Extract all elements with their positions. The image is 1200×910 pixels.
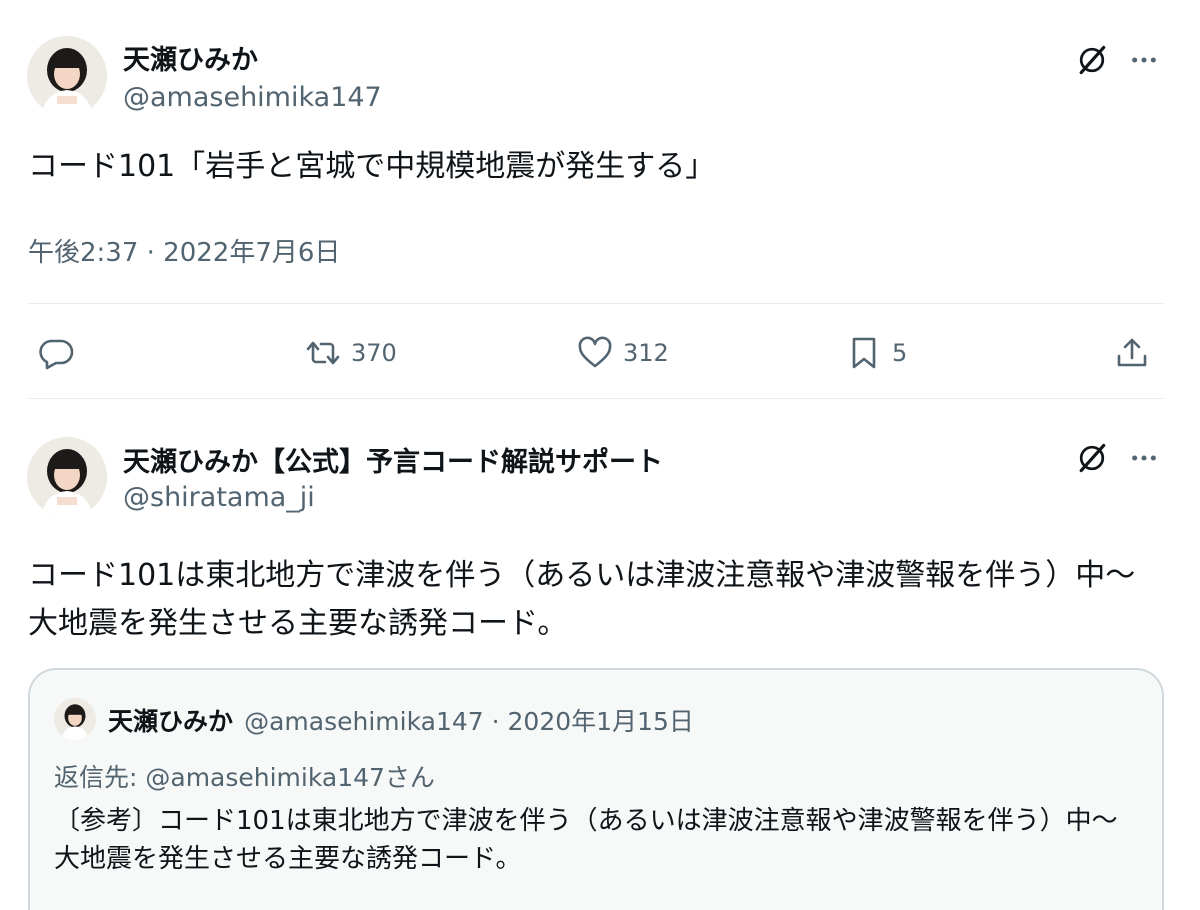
more-icon: [1132, 455, 1156, 461]
retweet-button[interactable]: 370: [305, 333, 397, 373]
bookmark-count: 5: [892, 339, 908, 367]
author-name[interactable]: 天瀬ひみか: [123, 38, 258, 77]
quote-author-name: 天瀬ひみか: [108, 707, 234, 736]
like-button[interactable]: 312: [577, 333, 669, 373]
author-handle[interactable]: @shiratama_ji: [123, 482, 315, 513]
avatar[interactable]: [27, 36, 107, 116]
more-button[interactable]: [1124, 438, 1164, 478]
retweet-icon: [306, 341, 340, 365]
reply-button[interactable]: [38, 333, 74, 373]
grok-icon: [1079, 45, 1106, 75]
divider: [28, 398, 1164, 399]
quote-text: 〔参考〕コード101は東北地方で津波を伴う（あるいは津波注意報や津波警報を伴う）…: [54, 806, 1118, 874]
like-count: 312: [623, 339, 669, 367]
more-button[interactable]: [1124, 40, 1164, 80]
grok-icon: [1079, 443, 1106, 473]
quote-avatar: [54, 698, 96, 740]
avatar-image: [27, 437, 107, 517]
grok-button[interactable]: [1072, 40, 1112, 80]
tweet-timestamp[interactable]: 午後2:37 · 2022年7月6日: [28, 232, 340, 269]
quote-handle-date: @amasehimika147 · 2020年1月15日: [244, 707, 694, 736]
retweet-count: 370: [351, 339, 397, 367]
author-name[interactable]: 天瀬ひみか【公式】予言コード解説サポート: [123, 440, 663, 479]
like-icon: [578, 336, 612, 368]
quoted-tweet[interactable]: 天瀬ひみか @amasehimika147 · 2020年1月15日 返信先: …: [28, 668, 1164, 910]
share-icon: [1117, 338, 1147, 367]
grok-button[interactable]: [1072, 438, 1112, 478]
avatar[interactable]: [27, 437, 107, 517]
reply-icon: [39, 339, 74, 370]
author-handle[interactable]: @amasehimika147: [123, 82, 382, 113]
divider: [28, 303, 1164, 304]
tweet-text: コード101は東北地方で津波を伴う（あるいは津波注意報や津波警報を伴う）中〜大地…: [28, 558, 1136, 641]
bookmark-icon: [852, 337, 876, 369]
quote-reply-to: 返信先: @amasehimika147さん: [54, 763, 435, 792]
avatar-image: [27, 36, 107, 116]
tweet-text: コード101「岩手と宮城で中規模地震が発生する」: [28, 149, 716, 184]
avatar-image: [54, 698, 96, 740]
bookmark-button[interactable]: 5: [846, 333, 907, 373]
more-icon: [1132, 57, 1156, 63]
share-button[interactable]: [1114, 333, 1150, 373]
